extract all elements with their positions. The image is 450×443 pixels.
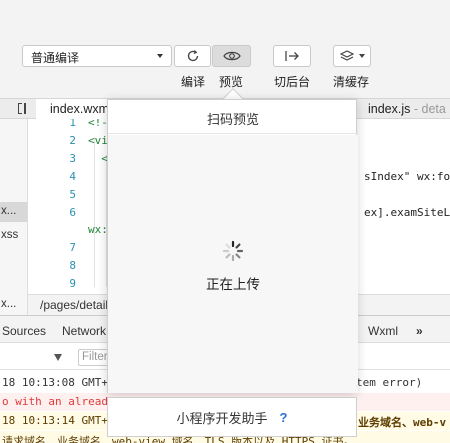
file-tree-item[interactable]: x...: [0, 295, 27, 315]
line-number: 9: [69, 277, 76, 290]
mini-program-helper-bar[interactable]: 小程序开发助手 ?: [107, 397, 357, 437]
compile-label: 编译: [181, 75, 206, 89]
tab-index-js[interactable]: index.js - deta: [368, 99, 446, 119]
code-line: wx:: [88, 223, 108, 236]
line-number: 8: [69, 259, 76, 272]
line-number-gutter: 1 2 3 4 5 6 7 8 9: [28, 119, 84, 294]
line-number: 7: [69, 241, 76, 254]
switch-background-icon: [285, 51, 299, 61]
compile-button[interactable]: [174, 45, 211, 67]
tab-wxml[interactable]: Wxml: [368, 324, 398, 338]
code-line: <: [88, 152, 108, 165]
file-tree-item[interactable]: x...: [0, 202, 27, 222]
line-number: 1: [69, 119, 76, 129]
compile-mode-value: 普通编译: [31, 51, 80, 65]
line-number: 5: [69, 188, 76, 201]
line-number: 4: [69, 170, 76, 183]
clear-cache-label: 清缓存: [333, 75, 370, 89]
more-tabs-button[interactable]: »: [416, 324, 423, 338]
file-tree: x... xss x...: [0, 119, 28, 315]
background-button[interactable]: [273, 45, 311, 67]
preview-button[interactable]: [212, 45, 251, 67]
file-tree-item[interactable]: xss: [0, 226, 27, 246]
chevron-down-icon: [157, 54, 163, 58]
tab-label-suffix: - deta: [413, 102, 446, 116]
tab-label: index.wxml: [50, 102, 112, 116]
qr-preview-popup: 扫码预览 正在上传: [107, 99, 358, 393]
line-number: 6: [69, 206, 76, 219]
tab-index-wxml[interactable]: index.wxml: [36, 99, 112, 119]
refresh-icon: [187, 50, 198, 62]
clear-cache-button[interactable]: [333, 45, 371, 67]
main-toolbar: 普通编译 编译 预览 切后台 清缓存: [0, 0, 450, 92]
background-label: 切后台: [274, 75, 311, 89]
eye-icon: [222, 51, 241, 61]
qr-code-area: 正在上传: [108, 135, 358, 393]
popup-title: 扫码预览: [108, 100, 358, 134]
file-icon: [24, 103, 26, 114]
file-icon: [18, 103, 22, 114]
tab-network[interactable]: Network: [62, 324, 106, 338]
layers-icon: [339, 49, 354, 61]
file-path: /pages/detail: [40, 298, 109, 312]
line-number: 2: [69, 134, 76, 147]
tab-sources[interactable]: Sources: [2, 324, 46, 338]
compile-mode-select[interactable]: 普通编译: [22, 45, 172, 67]
preview-label: 预览: [219, 75, 244, 89]
code-line: ex].examSiteLi: [364, 206, 450, 219]
help-icon[interactable]: ?: [280, 410, 288, 425]
tab-label: index.js: [368, 102, 411, 116]
line-number: 3: [69, 152, 76, 165]
helper-label: 小程序开发助手: [176, 410, 268, 426]
code-line: sIndex" wx:for: [364, 170, 450, 183]
code-line: <vi: [88, 134, 108, 147]
upload-status: 正在上传: [206, 277, 260, 292]
context-dropdown-icon[interactable]: [54, 354, 62, 361]
chevron-down-icon: [358, 54, 365, 58]
loading-spinner-icon: [222, 240, 244, 262]
